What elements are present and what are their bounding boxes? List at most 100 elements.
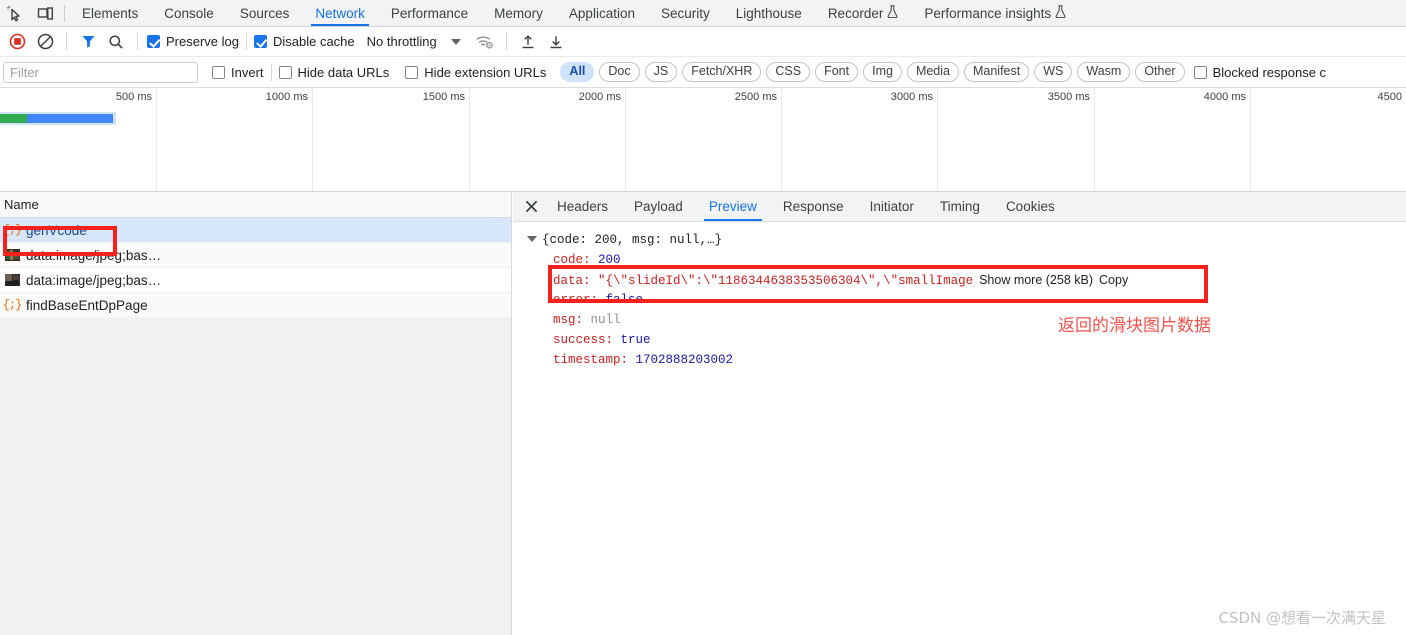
json-property-success[interactable]: success: true bbox=[527, 330, 1406, 350]
device-toolbar-icon[interactable] bbox=[30, 0, 60, 27]
filter-chip-img[interactable]: Img bbox=[863, 62, 902, 82]
expand-triangle-icon[interactable] bbox=[527, 236, 537, 242]
request-row[interactable]: {;} genVcode bbox=[0, 218, 511, 243]
json-property-msg[interactable]: msg: null bbox=[527, 310, 1406, 330]
json-value: false bbox=[605, 293, 644, 307]
json-property-error[interactable]: error: false bbox=[527, 290, 1406, 310]
json-property-data[interactable]: data: "{\"slideId\":\"118634463835350630… bbox=[527, 270, 1406, 290]
network-overview-timeline[interactable]: 500 ms 1000 ms 1500 ms 2000 ms 2500 ms 3000 m… bbox=[0, 88, 1406, 192]
json-key: msg: bbox=[553, 313, 591, 327]
throttling-value[interactable]: No throttling bbox=[367, 34, 437, 49]
hide-data-urls-checkmark bbox=[278, 65, 292, 79]
json-value: 200 bbox=[598, 253, 621, 267]
detail-tab-headers[interactable]: Headers bbox=[544, 192, 621, 221]
upload-arrow-icon[interactable] bbox=[514, 28, 542, 56]
network-filter-bar: Invert Hide data URLs Hide extension URL… bbox=[0, 57, 1406, 88]
blocked-responses-checkbox[interactable]: Blocked response c bbox=[1193, 65, 1326, 80]
request-row[interactable]: data:image/jpeg;bas… bbox=[0, 243, 511, 268]
json-key: data: bbox=[553, 274, 599, 288]
filter-funnel-icon[interactable] bbox=[74, 28, 102, 56]
wifi-settings-icon[interactable] bbox=[471, 28, 499, 56]
filter-chip-font[interactable]: Font bbox=[815, 62, 859, 82]
filter-chip-css[interactable]: CSS bbox=[766, 62, 811, 82]
json-root-summary: {code: 200, msg: null,…} bbox=[542, 233, 723, 247]
tab-security[interactable]: Security bbox=[648, 0, 723, 26]
tab-recorder[interactable]: Recorder bbox=[815, 0, 912, 26]
filter-chip-manifest[interactable]: Manifest bbox=[963, 62, 1030, 82]
download-arrow-icon[interactable] bbox=[542, 28, 570, 56]
json-property-code[interactable]: code: 200 bbox=[527, 250, 1406, 270]
timeline-tick-label: 3000 ms bbox=[890, 91, 933, 103]
tab-label: Application bbox=[568, 5, 635, 21]
tab-memory[interactable]: Memory bbox=[481, 0, 556, 26]
preview-json-tree[interactable]: {code: 200, msg: null,…} code: 200 data: … bbox=[513, 222, 1406, 635]
hide-extension-urls-checkbox[interactable]: Hide extension URLs bbox=[405, 65, 546, 80]
detail-tab-response[interactable]: Response bbox=[770, 192, 857, 221]
timeline-tick-label: 3500 ms bbox=[1047, 91, 1090, 103]
image-thumbnail-icon bbox=[4, 273, 20, 287]
request-detail-panel: Headers Payload Preview Response Initiator Ti… bbox=[513, 192, 1406, 635]
tab-performance[interactable]: Performance bbox=[378, 0, 481, 26]
timeline-gridline bbox=[312, 88, 313, 191]
column-header-name: Name bbox=[4, 197, 39, 212]
tab-network[interactable]: Network bbox=[302, 0, 378, 26]
request-list-header: Name bbox=[0, 192, 511, 218]
timeline-gridline bbox=[1250, 88, 1251, 191]
json-value: null bbox=[590, 313, 621, 327]
tab-performance-insights[interactable]: Performance insights bbox=[911, 0, 1079, 26]
network-request-list[interactable]: Name {;} genVcode data:image/jpeg;bas… data… bbox=[0, 192, 512, 635]
inspect-element-icon[interactable] bbox=[0, 0, 30, 27]
filter-chip-js[interactable]: JS bbox=[644, 62, 678, 82]
detail-tab-initiator[interactable]: Initiator bbox=[857, 192, 927, 221]
filter-chip-ws[interactable]: WS bbox=[1034, 62, 1073, 82]
detail-tab-preview[interactable]: Preview bbox=[696, 192, 770, 221]
invert-checkmark bbox=[212, 65, 225, 79]
devtools-window: Elements Console Sources Network Performance… bbox=[0, 0, 1406, 635]
timeline-tick-label: 4500 bbox=[1377, 91, 1402, 103]
request-name: data:image/jpeg;bas… bbox=[26, 272, 162, 288]
search-icon[interactable] bbox=[102, 28, 130, 56]
clear-icon[interactable] bbox=[31, 28, 59, 56]
copy-button[interactable]: Copy bbox=[1099, 273, 1128, 287]
json-icon: {;} bbox=[2, 298, 23, 312]
hide-extension-urls-label: Hide extension URLs bbox=[424, 64, 547, 80]
preserve-log-checkmark bbox=[147, 35, 160, 48]
hide-extension-urls-checkmark bbox=[405, 65, 419, 79]
timeline-tick-label: 1000 ms bbox=[265, 91, 308, 103]
tab-console[interactable]: Console bbox=[151, 0, 227, 26]
filter-chip-other[interactable]: Other bbox=[1135, 62, 1185, 82]
request-row[interactable]: {;} findBaseEntDpPage bbox=[0, 293, 511, 318]
disable-cache-checkbox[interactable]: Disable cache bbox=[253, 34, 355, 49]
tab-label: Security bbox=[660, 5, 710, 21]
show-more-button[interactable]: Show more (258 kB) bbox=[979, 273, 1093, 287]
json-root-node[interactable]: {code: 200, msg: null,…} bbox=[527, 230, 1406, 250]
tab-lighthouse[interactable]: Lighthouse bbox=[723, 0, 815, 26]
json-property-timestamp[interactable]: timestamp: 1702888203002 bbox=[527, 350, 1406, 370]
blocked-responses-checkmark bbox=[1193, 65, 1207, 79]
filter-chip-fetch-xhr[interactable]: Fetch/XHR bbox=[682, 62, 762, 82]
hide-data-urls-checkbox[interactable]: Hide data URLs bbox=[278, 65, 389, 80]
timeline-gridline bbox=[1094, 88, 1095, 191]
filter-chip-wasm[interactable]: Wasm bbox=[1077, 62, 1131, 82]
filter-chip-doc[interactable]: Doc bbox=[599, 62, 640, 82]
tab-elements[interactable]: Elements bbox=[69, 0, 151, 26]
filter-chip-media[interactable]: Media bbox=[906, 62, 959, 82]
filter-input[interactable] bbox=[3, 61, 198, 83]
detail-tab-timing[interactable]: Timing bbox=[927, 192, 993, 221]
detail-tab-payload[interactable]: Payload bbox=[621, 192, 696, 221]
throttling-dropdown-arrow[interactable] bbox=[450, 38, 461, 45]
timeline-tick-label: 4000 ms bbox=[1203, 91, 1246, 103]
request-row[interactable]: data:image/jpeg;bas… bbox=[0, 268, 511, 293]
detail-tab-cookies[interactable]: Cookies bbox=[993, 192, 1068, 221]
preserve-log-checkbox[interactable]: Preserve log bbox=[147, 34, 239, 49]
close-icon[interactable] bbox=[518, 192, 544, 221]
tab-application[interactable]: Application bbox=[556, 0, 648, 26]
toolbar-divider-4 bbox=[505, 33, 507, 50]
record-stop-icon[interactable] bbox=[3, 28, 31, 56]
tab-label: Performance bbox=[390, 5, 469, 21]
tab-sources[interactable]: Sources bbox=[227, 0, 303, 26]
filter-chip-all[interactable]: All bbox=[560, 62, 595, 82]
invert-checkbox[interactable]: Invert bbox=[212, 65, 264, 80]
json-key: code: bbox=[553, 253, 599, 267]
toolbar-divider-2 bbox=[137, 33, 138, 50]
